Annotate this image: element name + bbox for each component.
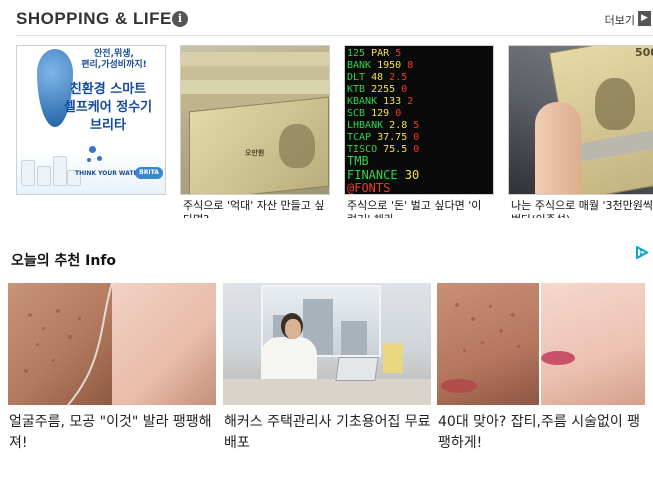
stock-board-image[interactable]: 125 PAR 5 BANK 1950 8 DLT 48 2.5 KTB 225… xyxy=(344,45,494,195)
laptop-icon xyxy=(335,357,379,381)
header-divider xyxy=(16,35,653,36)
office-worker-image[interactable] xyxy=(223,283,431,405)
banknote-number: 50000 xyxy=(635,46,653,59)
hand-figure xyxy=(535,102,581,194)
dispensers-illustration xyxy=(21,154,81,186)
shopping-card-water-purifier[interactable]: 안전,위생, 편리,가성비까지! 친환경 스마트 셀프케어 정수기 브리타 TH… xyxy=(16,45,166,195)
water-purifier-ad-image[interactable]: 안전,위생, 편리,가성비까지! 친환경 스마트 셀프케어 정수기 브리타 TH… xyxy=(16,45,166,195)
shopping-card-stock-wealth[interactable]: 오만원 주식으로 '억대' 자산 만들고 싶다면? xyxy=(180,45,330,225)
info-card-caption[interactable]: 40대 맞아? 잡티,주름 시술없이 팽팽하게! xyxy=(438,412,650,454)
info-card-caption[interactable]: 해커스 주택관리사 기초용어집 무료배포 xyxy=(224,412,436,454)
card-caption[interactable]: 나는 주식으로 매월 '3천만원씩' 번다(이주석) xyxy=(511,199,653,218)
lips-left xyxy=(441,379,477,393)
info-card-caption[interactable]: 얼굴주름, 모공 "이것" 발라 팽팽해져! xyxy=(9,412,221,454)
divider-curve xyxy=(67,283,113,405)
brand-logo: BRITA xyxy=(135,167,163,179)
pencil-holder xyxy=(383,343,403,373)
banknote-label: 오만원 xyxy=(245,149,265,157)
lips-right xyxy=(541,351,575,365)
portrait-figure xyxy=(595,78,635,130)
shopping-card-stock-profit[interactable]: 125 PAR 5 BANK 1950 8 DLT 48 2.5 KTB 225… xyxy=(344,45,494,225)
more-label[interactable]: 더보기 xyxy=(605,12,635,28)
skin-before-after-image[interactable] xyxy=(8,283,216,405)
hand-money-image[interactable]: 50000 xyxy=(508,45,653,195)
ad-tagline: THINK YOUR WATER xyxy=(75,170,143,177)
info-icon[interactable]: i xyxy=(172,11,188,27)
shopping-card-monthly-income[interactable]: 50000 나는 주식으로 매월 '3천만원씩' 번다(이주석) xyxy=(508,45,653,225)
card-caption[interactable]: 주식으로 '억대' 자산 만들고 싶다면? xyxy=(183,199,329,218)
money-stack-image[interactable]: 오만원 xyxy=(180,45,330,195)
person-figure xyxy=(261,337,317,383)
adchoices-icon[interactable] xyxy=(634,245,650,261)
section-title: SHOPPING & LIFE xyxy=(16,9,172,28)
desk xyxy=(223,379,431,405)
section-header: SHOPPING & LIFE i 더보기 ▶ xyxy=(16,8,653,34)
ad-headline-small: 안전,위생, 편리,가성비까지! xyxy=(81,49,147,70)
chevron-right-icon[interactable]: ▶ xyxy=(638,11,651,26)
recommended-info-title: 오늘의 추천 Info xyxy=(11,253,117,269)
face-before-after-image[interactable] xyxy=(437,283,645,405)
image-divider xyxy=(539,283,541,405)
ad-headline-large: 친환경 스마트 셀프케어 정수기 브리타 xyxy=(63,82,153,133)
portrait-figure xyxy=(279,124,315,168)
card-caption[interactable]: 주식으로 '돈' 벌고 싶다면 '이 런거' 해라 xyxy=(347,199,493,218)
